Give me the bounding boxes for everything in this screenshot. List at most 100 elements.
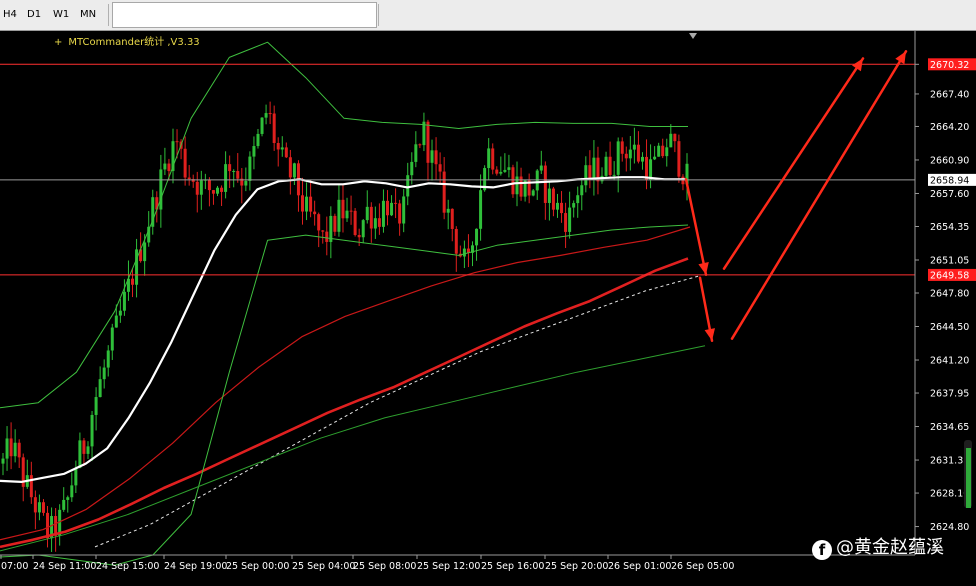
candle-body <box>62 499 66 510</box>
candle-body <box>365 206 369 221</box>
candle-body <box>207 179 211 191</box>
candle-body <box>98 379 102 398</box>
candle-body <box>385 200 389 216</box>
candle-body <box>560 202 564 214</box>
candle-body <box>305 196 309 212</box>
candle-body <box>102 367 106 380</box>
timeframe-mn-button[interactable]: MN <box>77 6 99 24</box>
candle-body <box>576 195 580 204</box>
toolbar-divider <box>378 4 379 26</box>
candle-body <box>284 147 288 158</box>
candle-body <box>94 397 98 415</box>
timeframe-w1-button[interactable]: W1 <box>50 6 72 24</box>
time-axis-label: 25 Sep 04:00 <box>292 561 355 572</box>
price-axis-label: 2654.35 <box>930 222 969 233</box>
time-axis-label: 24 Sep 19:00 <box>164 561 227 572</box>
candle-body <box>620 141 624 154</box>
candle-body <box>628 149 632 159</box>
candle-body <box>499 171 503 174</box>
candle-body <box>572 203 576 208</box>
candle-body <box>106 350 110 368</box>
candle-body <box>325 231 329 242</box>
volume-scroll-thumb[interactable] <box>966 448 971 508</box>
candle-body <box>1 458 5 464</box>
candle-body <box>70 485 74 498</box>
candle-body <box>175 141 179 143</box>
candle-body <box>199 180 203 195</box>
candle-body <box>276 142 280 150</box>
candle-body <box>159 169 163 210</box>
candle-body <box>511 167 515 195</box>
indicator-plus-icon: + <box>54 37 63 48</box>
candle-body <box>357 234 361 238</box>
candle-body <box>442 171 446 213</box>
candle-body <box>333 215 337 232</box>
candle-body <box>454 228 458 254</box>
candle-body <box>13 442 17 457</box>
candle-body <box>495 169 499 174</box>
candle-body <box>381 200 385 227</box>
candle-body <box>551 188 555 210</box>
candle-body <box>131 278 135 285</box>
candle-body <box>588 165 592 178</box>
price-axis-label: 2660.90 <box>930 155 969 166</box>
candle-body <box>66 497 70 500</box>
price-axis-label: 2624.80 <box>930 522 969 533</box>
candle-body <box>438 164 442 172</box>
candle-body <box>232 171 236 173</box>
timeframe-d1-button[interactable]: D1 <box>24 6 44 24</box>
time-axis-label: 25 Sep 12:00 <box>417 561 480 572</box>
price-axis-label: 2634.65 <box>930 422 969 433</box>
candle-body <box>341 199 345 219</box>
candle-body <box>86 446 90 454</box>
candle-body <box>195 181 199 195</box>
candle-body <box>369 206 373 229</box>
candle-body <box>568 207 572 232</box>
timeframe-h4-button[interactable]: H4 <box>0 6 20 24</box>
candle-body <box>118 310 122 316</box>
candle-body <box>418 144 422 146</box>
candle-body <box>122 291 126 311</box>
time-axis-label: 07:00 <box>1 561 28 572</box>
toolbar-panel[interactable] <box>112 2 377 28</box>
indicator-label: + MTCommander统计 ,V3.33 <box>54 33 200 48</box>
candle-body <box>547 188 551 203</box>
candle-body <box>636 144 640 162</box>
candle-body <box>135 249 139 285</box>
candle-body <box>394 202 398 204</box>
candle-body <box>410 161 414 176</box>
candle-body <box>604 156 608 176</box>
candle-body <box>535 170 539 191</box>
candle-body <box>434 150 438 165</box>
candle-body <box>260 117 264 134</box>
candle-body <box>110 327 114 351</box>
candle-body <box>78 440 82 468</box>
candle-body <box>426 121 430 163</box>
candle-body <box>612 174 616 176</box>
candle-body <box>317 214 321 231</box>
candle-body <box>665 147 669 157</box>
candle-body <box>37 502 41 513</box>
candle-body <box>224 164 228 192</box>
candle-body <box>268 113 272 115</box>
candle-body <box>292 163 296 178</box>
candle-body <box>252 146 256 157</box>
candle-body <box>220 187 224 192</box>
time-axis-label: 25 Sep 00:00 <box>226 561 289 572</box>
candle-body <box>74 467 78 486</box>
candle-body <box>17 442 21 458</box>
candle-body <box>608 156 612 175</box>
facebook-icon: f <box>812 540 832 560</box>
price-chart[interactable]: 2670.32 2667.40 2664.20 2660.90 2657.60 2654.… <box>0 31 976 586</box>
candle-body <box>564 213 568 232</box>
candle-body <box>90 414 94 447</box>
candle-body <box>479 190 483 229</box>
candle-body <box>624 153 628 159</box>
candle-body <box>9 438 13 457</box>
price-axis-label: 2637.95 <box>930 389 969 400</box>
price-axis-label: 2667.40 <box>930 89 969 100</box>
price-axis-label: 2651.05 <box>930 255 969 266</box>
candle-body <box>673 133 677 142</box>
candle-body <box>216 187 220 194</box>
candle-body <box>236 171 240 179</box>
